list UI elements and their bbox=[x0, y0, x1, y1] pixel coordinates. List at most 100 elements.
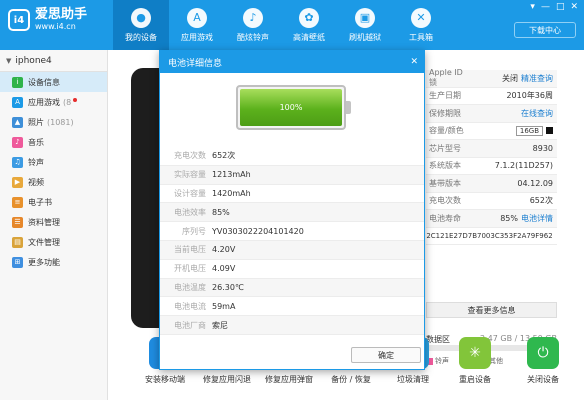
window-controls: ▾ — □ ✕ bbox=[530, 2, 578, 12]
app-url: www.i4.cn bbox=[35, 22, 76, 31]
more-icon: ⊞ bbox=[12, 256, 23, 268]
maximize-icon[interactable]: □ bbox=[556, 2, 565, 12]
power-icon: ⏻ bbox=[527, 337, 559, 369]
nav-apps-games[interactable]: A 应用游戏 bbox=[169, 0, 225, 50]
battery-info-value: 索尼 bbox=[212, 320, 228, 330]
info-value-text: 7.1.2(11D257) bbox=[494, 161, 553, 171]
info-row: 保修期限 在线查询 bbox=[426, 105, 557, 123]
info-link[interactable]: 电池详情 bbox=[521, 214, 553, 223]
notification-dot bbox=[73, 98, 78, 102]
info-link[interactable]: 精准查询 bbox=[521, 74, 553, 83]
info-label: 保修期限 bbox=[429, 108, 461, 118]
battery-info-row: 当前电压 4.20V bbox=[160, 240, 424, 260]
view-more-info-button[interactable]: 查看更多信息 bbox=[426, 302, 557, 318]
app-name: 爱思助手 bbox=[35, 7, 88, 22]
sidebar-item[interactable]: A 应用游戏 (8 bbox=[0, 92, 107, 112]
battery-info-label: 电池电流 bbox=[174, 301, 206, 311]
music-icon: ♪ bbox=[12, 136, 23, 148]
info-value-text: 04.12.09 bbox=[517, 178, 553, 188]
dialog-title: 电池详细信息 bbox=[168, 58, 223, 69]
info-value-text: 8930 bbox=[532, 143, 553, 153]
battery-info-value: 26.30℃ bbox=[212, 282, 244, 292]
info-label: 生产日期 bbox=[429, 91, 461, 101]
nav-my-device[interactable]: ● 我的设备 bbox=[113, 0, 169, 50]
sidebar-item[interactable]: ▲ 照片 (1081) bbox=[0, 112, 107, 132]
battery-info-label: 实际容量 bbox=[174, 170, 206, 180]
info-value-text: 2010年36周 bbox=[506, 91, 553, 101]
battery-info-value: 652次 bbox=[212, 151, 236, 161]
sidebar-item[interactable]: ≡ 电子书 bbox=[0, 192, 107, 212]
sidebar: ▼ iphone4 i 设备信息 A 应用游戏 (8 ▲ 照片 (1081) ♪ 音乐 ♫ 铃声 ▶ 视频… bbox=[0, 50, 108, 400]
close-icon[interactable]: ✕ bbox=[570, 2, 578, 12]
sidebar-item-count: (1081) bbox=[47, 117, 74, 127]
info-value: 关闭 精准查询 bbox=[468, 73, 557, 84]
capacity-badge: 16GB bbox=[515, 125, 543, 136]
battery-info-row: 实际容量 1213mAh bbox=[160, 165, 424, 185]
info-link[interactable]: 在线查询 bbox=[521, 109, 553, 118]
info-value-text: 85% bbox=[500, 213, 518, 223]
battery-graphic-area: 100% bbox=[160, 73, 424, 147]
battery-info-row: 电池厂商 索尼 bbox=[160, 316, 424, 335]
main-nav: ● 我的设备 A 应用游戏 ♪ 酷炫铃声 ✿ 高清壁纸 ▣ 刷机越狱 ✕ 工具箱 bbox=[113, 0, 449, 50]
ringtone-icon: ♫ bbox=[12, 156, 23, 168]
apps-icon: A bbox=[12, 96, 23, 108]
battery-info-row: 电池温度 26.30℃ bbox=[160, 278, 424, 298]
battery-info-value: 4.20V bbox=[212, 245, 236, 255]
tool-item[interactable]: ⏻ 关闭设备 bbox=[513, 337, 573, 385]
info-value-text: 2C121E27D7B7003C353F2A79F962 bbox=[426, 231, 553, 240]
info-value: 8930 bbox=[468, 144, 557, 153]
battery-info-label: 设计容量 bbox=[174, 188, 206, 198]
menu-icon[interactable]: ▾ bbox=[530, 2, 535, 12]
sidebar-item[interactable]: ♫ 铃声 bbox=[0, 152, 107, 172]
info-value: 652次 bbox=[468, 195, 557, 206]
minimize-icon[interactable]: — bbox=[541, 2, 550, 12]
sidebar-item[interactable]: ▤ 文件管理 bbox=[0, 232, 107, 252]
nav-flash-jailbreak[interactable]: ▣ 刷机越狱 bbox=[337, 0, 393, 50]
battery-level-fill: 100% bbox=[240, 89, 342, 126]
battery-info-value: 59mA bbox=[212, 301, 236, 311]
sidebar-item-label: 应用游戏 bbox=[28, 97, 60, 107]
tool-label: 安装移动端 bbox=[145, 375, 185, 384]
restart-icon: ✳ bbox=[459, 337, 491, 369]
info-row: 芯片型号 8930 bbox=[426, 140, 557, 158]
color-swatch bbox=[546, 126, 553, 134]
info-label: Apple ID锁 bbox=[429, 68, 463, 88]
apple-icon: ● bbox=[131, 7, 151, 28]
info-row: 容量/颜色 16GB bbox=[426, 123, 557, 140]
sidebar-item[interactable]: ⊞ 更多功能 bbox=[0, 252, 107, 272]
info-row: 电池寿命 85% 电池详情 bbox=[426, 210, 557, 228]
battery-info-value: 85% bbox=[212, 207, 230, 217]
sidebar-item-label: 视频 bbox=[28, 177, 44, 187]
info-value: 16GB bbox=[468, 125, 557, 136]
info-row: 生产日期 2010年36周 bbox=[426, 88, 557, 105]
download-center-button[interactable]: 下载中心 bbox=[514, 22, 576, 38]
info-row: 基带版本 04.12.09 bbox=[426, 175, 557, 193]
device-selector[interactable]: ▼ iphone4 bbox=[0, 50, 107, 72]
info-icon: i bbox=[12, 76, 23, 88]
sidebar-item[interactable]: ▶ 视频 bbox=[0, 172, 107, 192]
sidebar-item[interactable]: ♪ 音乐 bbox=[0, 132, 107, 152]
battery-info-label: 电池温度 bbox=[174, 282, 206, 292]
info-label: 基带版本 bbox=[429, 178, 461, 188]
nav-wallpapers[interactable]: ✿ 高清壁纸 bbox=[281, 0, 337, 50]
info-value: 在线查询 bbox=[468, 108, 557, 119]
info-value-text: 652次 bbox=[529, 196, 553, 206]
sidebar-item[interactable]: ☰ 资料管理 bbox=[0, 212, 107, 232]
tool-label: 关闭设备 bbox=[527, 375, 559, 384]
battery-info-label: 电池厂商 bbox=[174, 320, 206, 330]
close-icon[interactable]: ✕ bbox=[410, 57, 418, 67]
sidebar-list: i 设备信息 A 应用游戏 (8 ▲ 照片 (1081) ♪ 音乐 ♫ 铃声 ▶ 视频 ≡ 电子书 ☰ 资料管理 ▤… bbox=[0, 72, 107, 272]
battery-info-row: 电池效率 85% bbox=[160, 203, 424, 223]
data-icon: ☰ bbox=[12, 216, 23, 228]
top-bar: i4 爱思助手 www.i4.cn ● 我的设备 A 应用游戏 ♪ 酷炫铃声 ✿… bbox=[0, 0, 584, 50]
nav-ringtones[interactable]: ♪ 酷炫铃声 bbox=[225, 0, 281, 50]
ebook-icon: ≡ bbox=[12, 196, 23, 208]
battery-info-row: 序列号 YV0303022204101420 bbox=[160, 222, 424, 241]
tool-item[interactable]: ✳ 重启设备 bbox=[445, 337, 505, 385]
sidebar-item[interactable]: i 设备信息 bbox=[0, 72, 107, 92]
ok-button[interactable]: 确定 bbox=[351, 347, 421, 363]
sidebar-item-label: 设备信息 bbox=[28, 77, 60, 87]
battery-info-value: YV0303022204101420 bbox=[212, 226, 304, 236]
nav-toolbox[interactable]: ✕ 工具箱 bbox=[393, 0, 449, 50]
battery-info-value: 1213mAh bbox=[212, 170, 251, 180]
